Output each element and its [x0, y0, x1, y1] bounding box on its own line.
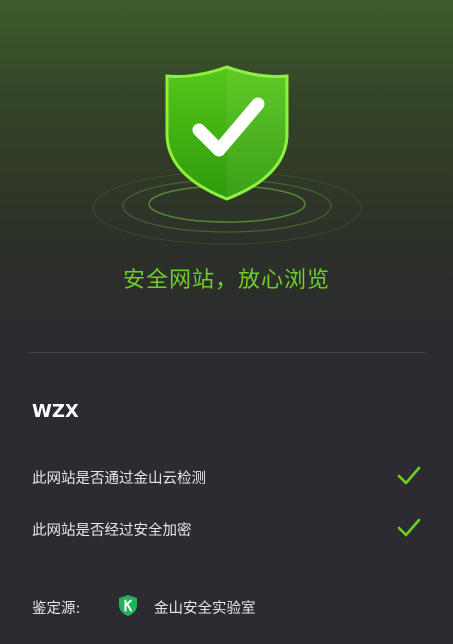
- check-label: 此网站是否经过安全加密: [32, 523, 192, 539]
- kingsoft-k-icon: [119, 595, 137, 616]
- divider: [28, 352, 426, 353]
- security-info-panel: 安全网站，放心浏览 WZX 此网站是否通过金山云检测 此网站是否经过安全加密 鉴…: [0, 0, 453, 644]
- check-label: 此网站是否通过金山云检测: [32, 471, 206, 487]
- check-icon: [397, 518, 421, 537]
- verification-source: 鉴定源: 金山安全实验室: [32, 594, 424, 620]
- shield-check-icon: [165, 65, 289, 201]
- source-name: 金山安全实验室: [154, 601, 256, 617]
- hero-section: 安全网站，放心浏览: [0, 0, 453, 340]
- check-row-encryption: 此网站是否经过安全加密: [32, 516, 424, 542]
- site-name: WZX: [32, 401, 79, 422]
- source-label: 鉴定源:: [32, 601, 81, 617]
- safe-site-headline: 安全网站，放心浏览: [122, 268, 330, 293]
- check-icon: [397, 466, 421, 485]
- check-row-cloud-scan: 此网站是否通过金山云检测: [32, 464, 424, 490]
